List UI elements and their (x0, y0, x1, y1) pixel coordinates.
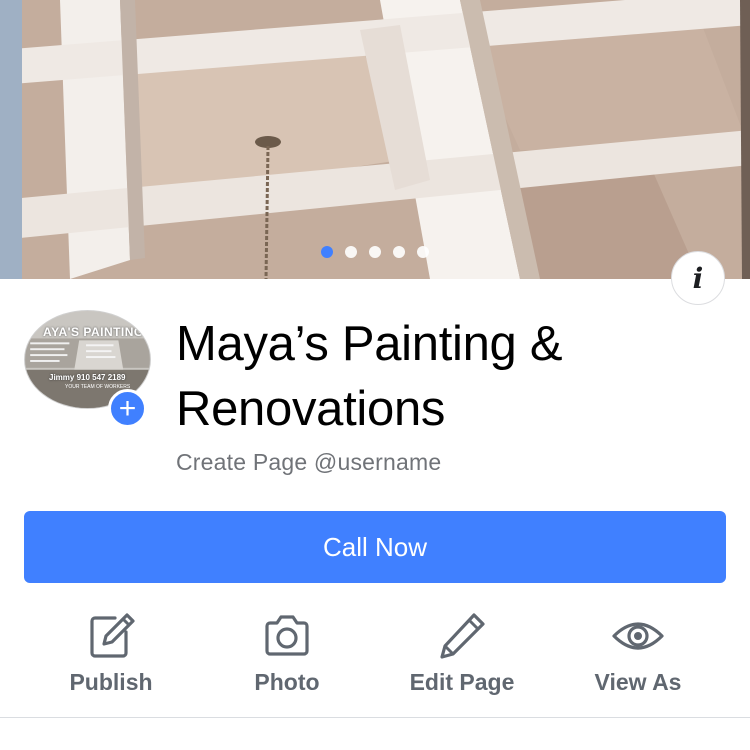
profile-picture-caption: AYA'S PAINTING (43, 325, 144, 339)
view-as-action[interactable]: View As (563, 600, 713, 700)
edit-page-label: Edit Page (409, 669, 515, 695)
carousel-dot[interactable] (369, 246, 381, 258)
cover-photo-image (0, 0, 750, 279)
publish-action[interactable]: Publish (36, 600, 186, 700)
call-now-button[interactable]: Call Now (24, 511, 726, 583)
info-button[interactable]: i (671, 251, 725, 305)
create-username-link[interactable]: Create Page @username (176, 449, 441, 476)
photo-action[interactable]: Photo (212, 600, 362, 700)
carousel-dots (321, 246, 429, 258)
carousel-dot[interactable] (393, 246, 405, 258)
eye-icon (610, 608, 666, 664)
photo-label: Photo (254, 669, 320, 695)
camera-icon (259, 608, 315, 664)
next-section (0, 718, 750, 750)
cover-photo[interactable] (0, 0, 750, 279)
edit-square-icon (83, 608, 139, 664)
add-photo-button[interactable]: + (108, 389, 147, 428)
edit-page-action[interactable]: Edit Page (387, 600, 537, 700)
carousel-dot[interactable] (345, 246, 357, 258)
info-icon: i (692, 261, 704, 295)
view-as-label: View As (594, 669, 682, 695)
profile-picture-phone: Jimmy 910 547 2189 (49, 373, 126, 382)
pencil-icon (434, 608, 490, 664)
carousel-dot[interactable] (417, 246, 429, 258)
page-actions-row: Publish Photo Edit Page View As (0, 600, 750, 700)
plus-icon: + (118, 391, 137, 425)
carousel-dot-active[interactable] (321, 246, 333, 258)
publish-label: Publish (69, 669, 153, 695)
page-title: Maya’s Painting & Renovations (176, 317, 563, 436)
